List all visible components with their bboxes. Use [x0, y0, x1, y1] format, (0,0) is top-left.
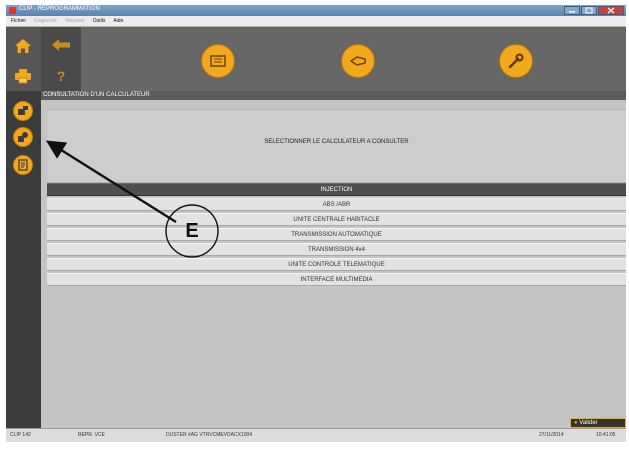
- ecu-module-icon: [210, 55, 226, 67]
- menu-file[interactable]: Fichier: [11, 18, 26, 24]
- printer-icon: [15, 69, 31, 84]
- ecu-tool-button[interactable]: [201, 44, 235, 78]
- consult-ecu-button[interactable]: [13, 101, 33, 121]
- arrow-left-icon: [52, 39, 70, 51]
- ecu-list-item-automatic-transmission[interactable]: TRANSMISSION AUTOMATIQUE: [47, 228, 626, 241]
- validate-bullet-icon: ●: [574, 420, 578, 426]
- status-mode: REPR. VCE: [78, 432, 105, 438]
- main-toolbar: ?: [41, 27, 626, 91]
- home-icon: [15, 39, 31, 53]
- menu-help[interactable]: Aide: [113, 18, 123, 24]
- menu-measures[interactable]: Mesures: [65, 18, 84, 24]
- ecu-list-item-injection[interactable]: INJECTION: [47, 183, 626, 196]
- ecu-list-item-abs[interactable]: ABS /ABR: [47, 198, 626, 211]
- maximize-icon: [585, 7, 593, 14]
- menu-tools[interactable]: Outils: [93, 18, 106, 24]
- maximize-button[interactable]: [581, 6, 597, 15]
- validate-label: Valider: [579, 420, 598, 426]
- section-title: CONSULTATION D'UN CALCULATEUR: [41, 91, 626, 100]
- left-sidebar: [6, 27, 41, 428]
- validate-button[interactable]: ● Valider: [570, 418, 626, 428]
- status-date: 27/11/2014: [539, 432, 564, 438]
- wrench-icon: [508, 53, 524, 69]
- menu-bar: Fichier Diagnostic Mesures Outils Aide: [6, 16, 626, 27]
- communication-tool-button[interactable]: [341, 44, 375, 78]
- minimize-icon: [569, 11, 575, 13]
- back-button[interactable]: [49, 37, 73, 53]
- close-button[interactable]: [598, 6, 624, 15]
- toolbar-nav-panel: ?: [41, 27, 81, 91]
- title-bar: CLIP - REPROGRAMMATION: [6, 5, 626, 16]
- status-vehicle: DUSTER #AG VTRVCMEVDACX1004: [166, 432, 253, 438]
- instruction-panel: SELECTIONNER LE CALCULATEUR A CONSULTER: [47, 109, 626, 183]
- communication-icon: [349, 56, 366, 66]
- ecu-list-item-uch[interactable]: UNITE CENTRALE HABITACLE: [47, 213, 626, 226]
- tools-button[interactable]: [499, 44, 533, 78]
- instruction-text: SELECTIONNER LE CALCULATEUR A CONSULTER: [264, 139, 409, 145]
- minimize-button[interactable]: [564, 6, 580, 15]
- close-icon: [607, 7, 615, 14]
- ecu-identify-icon: [13, 127, 33, 147]
- app-icon: [9, 7, 16, 14]
- print-button[interactable]: [13, 66, 33, 86]
- report-icon: [13, 155, 33, 175]
- help-button[interactable]: ?: [49, 67, 73, 85]
- ecu-list: INJECTION ABS /ABR UNITE CENTRALE HABITA…: [47, 183, 626, 288]
- application-window: CLIP - REPROGRAMMATION Fichier Diagnosti…: [6, 5, 626, 442]
- status-version: CLIP 142: [10, 432, 31, 438]
- ecu-consult-icon: [13, 101, 33, 121]
- identify-ecu-button[interactable]: [13, 127, 33, 147]
- ecu-list-item-multimedia[interactable]: INTERFACE MULTIMEDIA: [47, 273, 626, 286]
- window-title: CLIP - REPROGRAMMATION: [19, 6, 100, 12]
- ecu-list-item-telematics[interactable]: UNITE CONTROLE TELEMATIQUE: [47, 258, 626, 271]
- menu-diagnostic[interactable]: Diagnostic: [34, 18, 57, 24]
- home-button[interactable]: [13, 36, 33, 56]
- ecu-list-item-4x4-transmission[interactable]: TRANSMISSION 4x4: [47, 243, 626, 256]
- status-time: 10:41:05: [596, 432, 616, 438]
- report-button[interactable]: [13, 155, 33, 175]
- main-content: CONSULTATION D'UN CALCULATEUR SELECTIONN…: [41, 91, 626, 428]
- status-bar: CLIP 142 REPR. VCE DUSTER #AG VTRVCMEVDA…: [6, 428, 626, 442]
